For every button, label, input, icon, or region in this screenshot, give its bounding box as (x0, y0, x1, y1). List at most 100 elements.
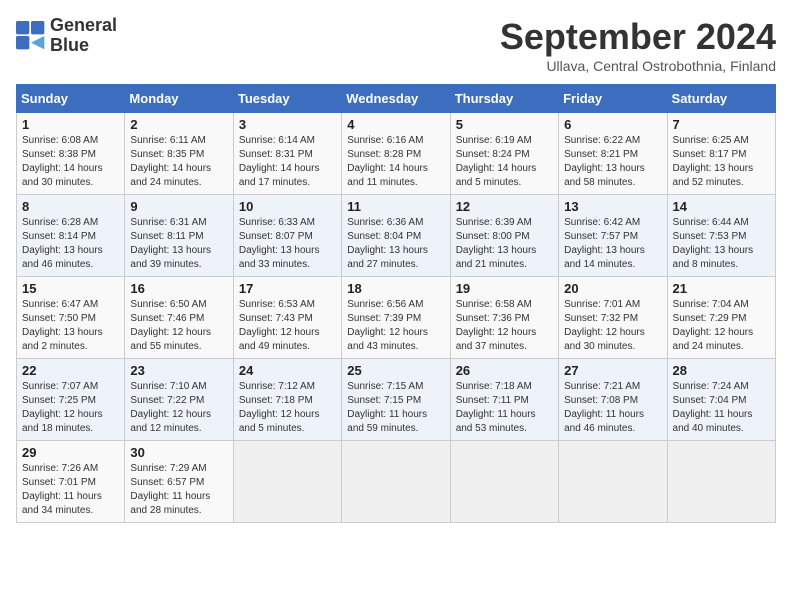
day-number: 3 (239, 117, 336, 132)
day-cell: 15Sunrise: 6:47 AMSunset: 7:50 PMDayligh… (17, 277, 125, 359)
day-number: 29 (22, 445, 119, 460)
calendar-table: SundayMondayTuesdayWednesdayThursdayFrid… (16, 84, 776, 523)
day-number: 23 (130, 363, 227, 378)
day-info: Sunrise: 6:22 AMSunset: 8:21 PMDaylight:… (564, 134, 661, 190)
day-number: 10 (239, 199, 336, 214)
day-info: Sunrise: 6:53 AMSunset: 7:43 PMDaylight:… (239, 298, 336, 354)
day-info: Sunrise: 6:56 AMSunset: 7:39 PMDaylight:… (347, 298, 444, 354)
column-header-wednesday: Wednesday (342, 85, 450, 113)
logo-icon (16, 21, 46, 51)
header-row: SundayMondayTuesdayWednesdayThursdayFrid… (17, 85, 776, 113)
day-info: Sunrise: 6:44 AMSunset: 7:53 PMDaylight:… (673, 216, 770, 272)
day-cell: 17 Sunrise: 6:53 AMSunset: 7:43 PMDayligh… (233, 277, 341, 359)
day-cell: 18 Sunrise: 6:56 AMSunset: 7:39 PMDayligh… (342, 277, 450, 359)
day-info: Sunrise: 7:04 AMSunset: 7:29 PMDaylight:… (673, 298, 770, 354)
day-number: 7 (673, 117, 770, 132)
day-cell: 3 Sunrise: 6:14 AMSunset: 8:31 PMDaylight… (233, 113, 341, 195)
day-info: Sunrise: 7:01 AMSunset: 7:32 PMDaylight:… (564, 298, 661, 354)
day-number: 12 (456, 199, 553, 214)
day-cell: 30 Sunrise: 7:29 AMSunset: 6:57 PMDayligh… (125, 441, 233, 523)
location-subtitle: Ullava, Central Ostrobothnia, Finland (500, 58, 776, 74)
day-number: 11 (347, 199, 444, 214)
day-number: 2 (130, 117, 227, 132)
day-cell (342, 441, 450, 523)
day-number: 30 (130, 445, 227, 460)
day-number: 8 (22, 199, 119, 214)
day-info: Sunrise: 7:18 AMSunset: 7:11 PMDaylight:… (456, 380, 553, 436)
day-number: 5 (456, 117, 553, 132)
day-cell: 9 Sunrise: 6:31 AMSunset: 8:11 PMDaylight… (125, 195, 233, 277)
day-info: Sunrise: 7:24 AMSunset: 7:04 PMDaylight:… (673, 380, 770, 436)
day-info: Sunrise: 6:50 AMSunset: 7:46 PMDaylight:… (130, 298, 227, 354)
day-cell: 11Sunrise: 6:36 AMSunset: 8:04 PMDayligh… (342, 195, 450, 277)
day-cell: 19Sunrise: 6:58 AMSunset: 7:36 PMDayligh… (450, 277, 558, 359)
week-row-5: 29 Sunrise: 7:26 AMSunset: 7:01 PMDayligh… (17, 441, 776, 523)
day-cell: 25 Sunrise: 7:15 AMSunset: 7:15 PMDayligh… (342, 359, 450, 441)
day-info: Sunrise: 6:47 AMSunset: 7:50 PMDaylight:… (22, 298, 119, 354)
day-number: 14 (673, 199, 770, 214)
day-info: Sunrise: 7:29 AMSunset: 6:57 PMDaylight:… (130, 462, 227, 518)
day-cell: 20 Sunrise: 7:01 AMSunset: 7:32 PMDayligh… (559, 277, 667, 359)
day-cell (233, 441, 341, 523)
day-number: 18 (347, 281, 444, 296)
week-row-3: 15Sunrise: 6:47 AMSunset: 7:50 PMDayligh… (17, 277, 776, 359)
day-number: 20 (564, 281, 661, 296)
day-info: Sunrise: 6:08 AMSunset: 8:38 PMDaylight:… (22, 134, 119, 190)
month-title: September 2024 (500, 16, 776, 58)
day-info: Sunrise: 7:26 AMSunset: 7:01 PMDaylight:… (22, 462, 119, 518)
logo: General Blue (16, 16, 117, 56)
day-number: 17 (239, 281, 336, 296)
day-number: 25 (347, 363, 444, 378)
logo-line2: Blue (50, 36, 117, 56)
day-cell (559, 441, 667, 523)
day-info: Sunrise: 6:25 AMSunset: 8:17 PMDaylight:… (673, 134, 770, 190)
day-cell: 1 Sunrise: 6:08 AMSunset: 8:38 PMDaylight… (17, 113, 125, 195)
day-number: 26 (456, 363, 553, 378)
day-info: Sunrise: 6:19 AMSunset: 8:24 PMDaylight:… (456, 134, 553, 190)
day-number: 1 (22, 117, 119, 132)
page-header: General Blue September 2024 Ullava, Cent… (16, 16, 776, 74)
day-cell (667, 441, 775, 523)
day-info: Sunrise: 6:28 AMSunset: 8:14 PMDaylight:… (22, 216, 119, 272)
day-info: Sunrise: 6:11 AMSunset: 8:35 PMDaylight:… (130, 134, 227, 190)
day-cell: 10 Sunrise: 6:33 AMSunset: 8:07 PMDayligh… (233, 195, 341, 277)
day-number: 21 (673, 281, 770, 296)
day-cell: 29 Sunrise: 7:26 AMSunset: 7:01 PMDayligh… (17, 441, 125, 523)
day-number: 13 (564, 199, 661, 214)
day-info: Sunrise: 6:33 AMSunset: 8:07 PMDaylight:… (239, 216, 336, 272)
day-cell: 8 Sunrise: 6:28 AMSunset: 8:14 PMDaylight… (17, 195, 125, 277)
day-number: 9 (130, 199, 227, 214)
day-cell: 27Sunrise: 7:21 AMSunset: 7:08 PMDayligh… (559, 359, 667, 441)
day-cell: 23 Sunrise: 7:10 AMSunset: 7:22 PMDayligh… (125, 359, 233, 441)
day-info: Sunrise: 6:31 AMSunset: 8:11 PMDaylight:… (130, 216, 227, 272)
day-cell: 28Sunrise: 7:24 AMSunset: 7:04 PMDayligh… (667, 359, 775, 441)
day-info: Sunrise: 6:58 AMSunset: 7:36 PMDaylight:… (456, 298, 553, 354)
column-header-monday: Monday (125, 85, 233, 113)
day-info: Sunrise: 7:07 AMSunset: 7:25 PMDaylight:… (22, 380, 119, 436)
logo-text: General Blue (50, 16, 117, 56)
day-number: 6 (564, 117, 661, 132)
day-info: Sunrise: 6:39 AMSunset: 8:00 PMDaylight:… (456, 216, 553, 272)
day-info: Sunrise: 7:15 AMSunset: 7:15 PMDaylight:… (347, 380, 444, 436)
column-header-thursday: Thursday (450, 85, 558, 113)
day-info: Sunrise: 6:14 AMSunset: 8:31 PMDaylight:… (239, 134, 336, 190)
column-header-tuesday: Tuesday (233, 85, 341, 113)
week-row-4: 22 Sunrise: 7:07 AMSunset: 7:25 PMDayligh… (17, 359, 776, 441)
day-info: Sunrise: 7:21 AMSunset: 7:08 PMDaylight:… (564, 380, 661, 436)
column-header-saturday: Saturday (667, 85, 775, 113)
day-cell: 22 Sunrise: 7:07 AMSunset: 7:25 PMDayligh… (17, 359, 125, 441)
day-info: Sunrise: 6:16 AMSunset: 8:28 PMDaylight:… (347, 134, 444, 190)
day-cell: 2 Sunrise: 6:11 AMSunset: 8:35 PMDaylight… (125, 113, 233, 195)
day-cell: 26 Sunrise: 7:18 AMSunset: 7:11 PMDayligh… (450, 359, 558, 441)
day-cell: 6 Sunrise: 6:22 AMSunset: 8:21 PMDaylight… (559, 113, 667, 195)
day-number: 22 (22, 363, 119, 378)
day-cell: 24Sunrise: 7:12 AMSunset: 7:18 PMDayligh… (233, 359, 341, 441)
day-number: 16 (130, 281, 227, 296)
day-info: Sunrise: 7:12 AMSunset: 7:18 PMDaylight:… (239, 380, 336, 436)
day-info: Sunrise: 6:42 AMSunset: 7:57 PMDaylight:… (564, 216, 661, 272)
day-cell: 14 Sunrise: 6:44 AMSunset: 7:53 PMDayligh… (667, 195, 775, 277)
day-cell: 12 Sunrise: 6:39 AMSunset: 8:00 PMDayligh… (450, 195, 558, 277)
day-number: 4 (347, 117, 444, 132)
day-info: Sunrise: 7:10 AMSunset: 7:22 PMDaylight:… (130, 380, 227, 436)
day-cell: 16 Sunrise: 6:50 AMSunset: 7:46 PMDayligh… (125, 277, 233, 359)
